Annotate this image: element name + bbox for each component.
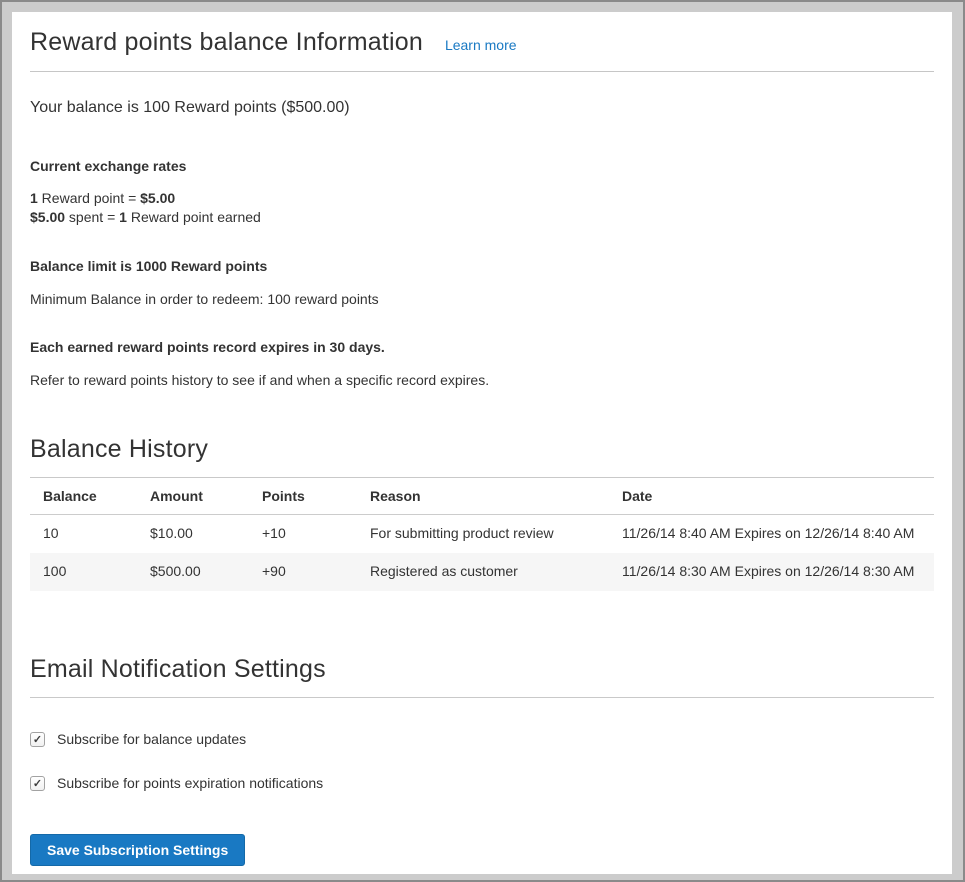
exchange-rates: 1 Reward point = $5.00 $5.00 spent = 1 R… — [30, 189, 934, 227]
checkmark-icon: ✓ — [33, 733, 42, 746]
rate-currency-to-point: $5.00 spent = 1 Reward point earned — [30, 208, 934, 227]
balance-updates-checkbox[interactable]: ✓ — [30, 732, 45, 747]
checkbox-label[interactable]: Subscribe for points expiration notifica… — [57, 775, 323, 791]
rate-points-value: 1 — [119, 209, 127, 225]
email-settings-heading: Email Notification Settings — [30, 655, 934, 698]
balance-history-heading: Balance History — [30, 435, 934, 478]
cell-balance: 100 — [30, 553, 137, 591]
subscribe-expiration-notifications-option: ✓ Subscribe for points expiration notifi… — [30, 775, 934, 791]
cell-reason: Registered as customer — [357, 553, 609, 591]
save-subscription-settings-button[interactable]: Save Subscription Settings — [30, 834, 245, 866]
reward-points-panel: Reward points balance Information Learn … — [12, 12, 952, 874]
expiration-notifications-checkbox[interactable]: ✓ — [30, 776, 45, 791]
column-header-balance: Balance — [30, 478, 137, 515]
balance-history-table: Balance Amount Points Reason Date 10 $10… — [30, 478, 934, 591]
column-header-points: Points — [249, 478, 357, 515]
table-row: 100 $500.00 +90 Registered as customer 1… — [30, 553, 934, 591]
column-header-reason: Reason — [357, 478, 609, 515]
rate-text: spent = — [65, 209, 119, 225]
table-row: 10 $10.00 +10 For submitting product rev… — [30, 515, 934, 554]
learn-more-link[interactable]: Learn more — [445, 37, 517, 53]
minimum-balance: Minimum Balance in order to redeem: 100 … — [30, 290, 934, 308]
column-header-amount: Amount — [137, 478, 249, 515]
page-header: Reward points balance Information Learn … — [30, 22, 934, 72]
cell-balance: 10 — [30, 515, 137, 554]
exchange-rates-heading: Current exchange rates — [30, 157, 934, 175]
cell-amount: $10.00 — [137, 515, 249, 554]
checkbox-label[interactable]: Subscribe for balance updates — [57, 731, 246, 747]
rate-point-to-currency: 1 Reward point = $5.00 — [30, 189, 934, 208]
balance-limit: Balance limit is 1000 Reward points — [30, 257, 934, 275]
cell-amount: $500.00 — [137, 553, 249, 591]
table-header-row: Balance Amount Points Reason Date — [30, 478, 934, 515]
page-title: Reward points balance Information — [30, 28, 423, 57]
checkmark-icon: ✓ — [33, 777, 42, 790]
cell-date: 11/26/14 8:40 AM Expires on 12/26/14 8:4… — [609, 515, 934, 554]
rate-points-value: 1 — [30, 190, 38, 206]
expiration-rule: Each earned reward points record expires… — [30, 338, 934, 356]
rate-text: Reward point = — [38, 190, 140, 206]
rate-text: Reward point earned — [127, 209, 261, 225]
cell-points: +10 — [249, 515, 357, 554]
rate-currency-value: $5.00 — [30, 209, 65, 225]
cell-points: +90 — [249, 553, 357, 591]
expiration-note: Refer to reward points history to see if… — [30, 371, 934, 389]
rate-currency-value: $5.00 — [140, 190, 175, 206]
subscribe-balance-updates-option: ✓ Subscribe for balance updates — [30, 731, 934, 747]
cell-date: 11/26/14 8:30 AM Expires on 12/26/14 8:3… — [609, 553, 934, 591]
cell-reason: For submitting product review — [357, 515, 609, 554]
balance-summary: Your balance is 100 Reward points ($500.… — [30, 97, 934, 119]
column-header-date: Date — [609, 478, 934, 515]
